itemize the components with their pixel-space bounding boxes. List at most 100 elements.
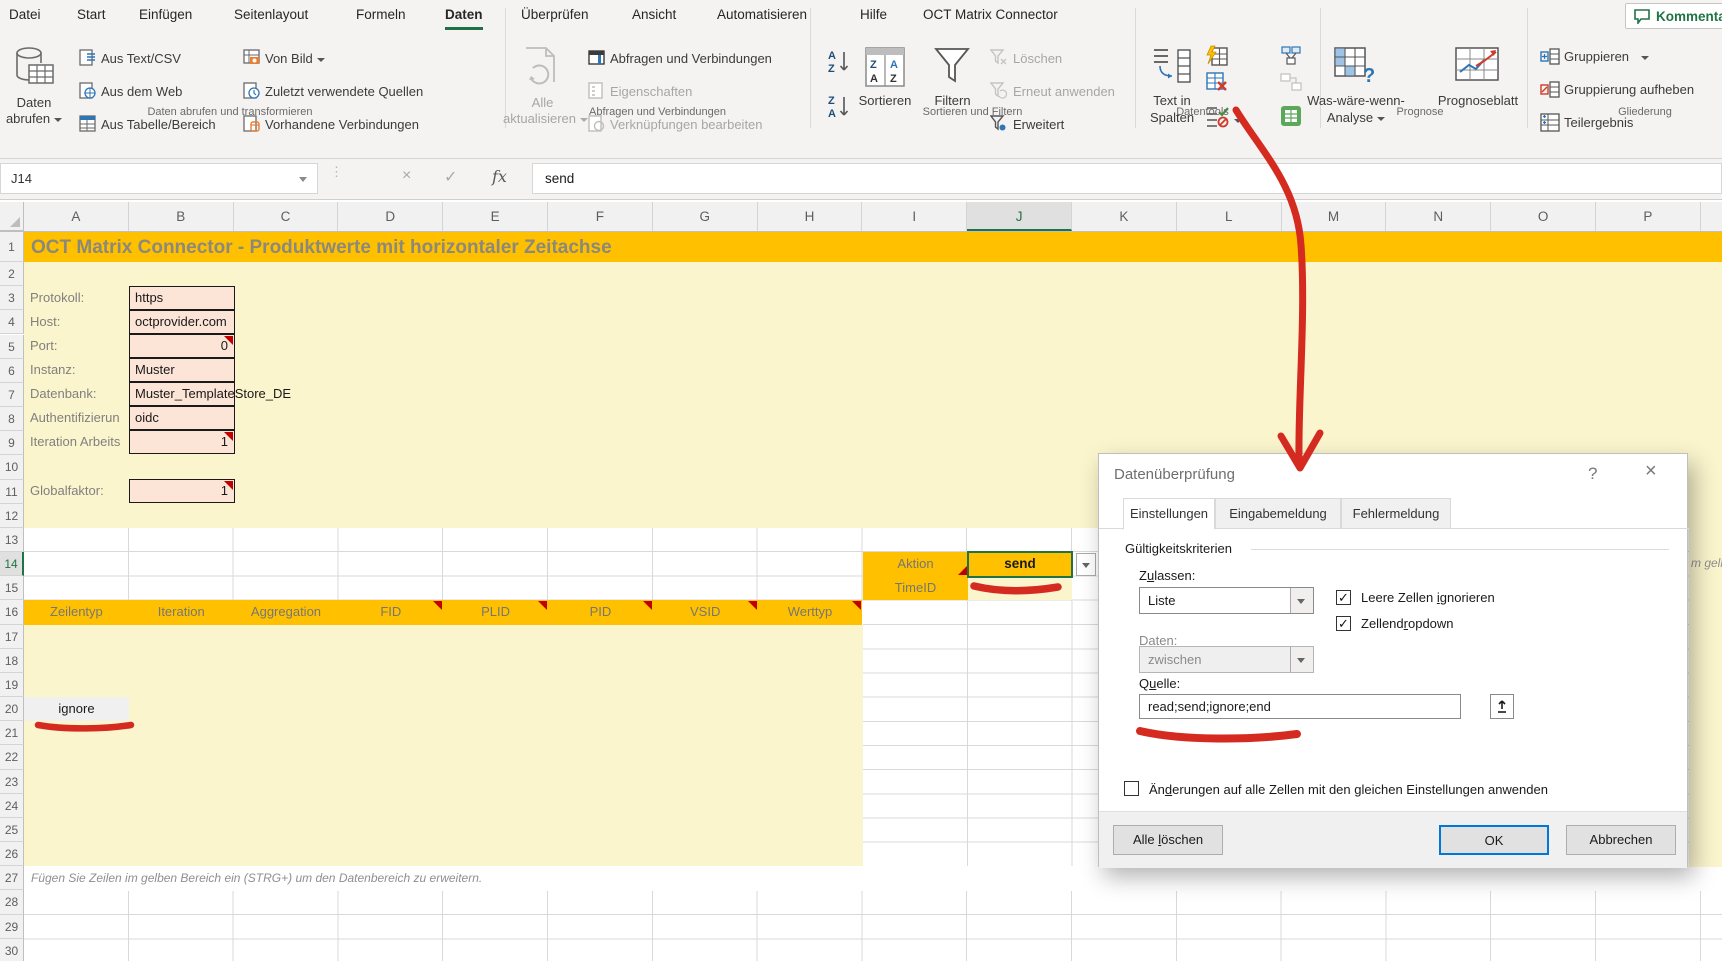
column-header-B[interactable]: B	[129, 202, 234, 231]
column-header-J[interactable]: J	[967, 202, 1072, 231]
row-header-28[interactable]: 28	[0, 890, 24, 914]
cell-instanz[interactable]: Muster	[129, 358, 235, 382]
formula-bar-splitter[interactable]: ⋮	[330, 169, 334, 189]
row-header-14[interactable]: 14	[0, 552, 24, 576]
column-header-M[interactable]: M	[1282, 202, 1387, 231]
row-header-15[interactable]: 15	[0, 576, 24, 600]
row-header-21[interactable]: 21	[0, 721, 24, 745]
menu-tab--berpr-fen[interactable]: Überprüfen	[521, 7, 589, 22]
flash-fill-icon[interactable]	[1205, 44, 1229, 73]
formula-input[interactable]: send	[532, 163, 1722, 194]
comments-button[interactable]: Kommenta	[1625, 3, 1722, 29]
cell-send-selected[interactable]: send	[968, 552, 1072, 577]
cell-iteration[interactable]: 1	[129, 430, 235, 454]
tab-einstellungen[interactable]: Einstellungen	[1123, 498, 1215, 530]
edit-links-button[interactable]: Verknüpfungen bearbeiten	[610, 117, 763, 132]
row-header-13[interactable]: 13	[0, 528, 24, 552]
cell-ignore[interactable]: ignore	[24, 697, 129, 721]
column-header-I[interactable]: I	[862, 202, 967, 231]
row-header-19[interactable]: 19	[0, 673, 24, 697]
group-button[interactable]: Gruppieren	[1564, 49, 1649, 64]
row-header-17[interactable]: 17	[0, 625, 24, 649]
table-header-aggregation[interactable]: Aggregation	[234, 600, 339, 624]
cell-dropdown-button[interactable]	[1076, 553, 1096, 576]
row-header-6[interactable]: 6	[0, 359, 24, 383]
row-header-29[interactable]: 29	[0, 915, 24, 939]
clear-filter-button[interactable]: Löschen	[1013, 51, 1062, 66]
row-header-22[interactable]: 22	[0, 745, 24, 769]
row-header-1[interactable]: 1	[0, 232, 24, 262]
consolidate-icon[interactable]	[1279, 44, 1303, 73]
help-icon[interactable]: ?	[1588, 464, 1597, 484]
row-header-3[interactable]: 3	[0, 286, 24, 310]
row-header-7[interactable]: 7	[0, 383, 24, 407]
row-header-2[interactable]: 2	[0, 262, 24, 286]
sort-az-icon[interactable]: AZ	[826, 48, 854, 81]
table-header-fid[interactable]: FID	[338, 600, 443, 624]
remove-duplicates-icon[interactable]	[1205, 70, 1229, 99]
column-header-K[interactable]: K	[1072, 202, 1177, 231]
properties-button[interactable]: Eigenschaften	[610, 84, 692, 99]
get-data-button[interactable]: Daten	[0, 95, 68, 110]
recent-sources-button[interactable]: Zuletzt verwendete Quellen	[265, 84, 423, 99]
advanced-filter-button[interactable]: Erweitert	[1013, 117, 1064, 132]
column-header-N[interactable]: N	[1386, 202, 1491, 231]
menu-tab-seitenlayout[interactable]: Seitenlayout	[234, 7, 308, 22]
row-header-23[interactable]: 23	[0, 770, 24, 794]
menu-tab-start[interactable]: Start	[77, 7, 106, 22]
cell-port[interactable]: 0	[129, 334, 235, 358]
cell-datenbank[interactable]: Muster_TemplateStore_DE	[129, 382, 235, 406]
cancel-button[interactable]: Abbrechen	[1566, 825, 1676, 855]
ungroup-button[interactable]: Gruppierung aufheben	[1564, 82, 1694, 97]
row-header-5[interactable]: 5	[0, 335, 24, 359]
row-header-8[interactable]: 8	[0, 407, 24, 431]
clear-all-button[interactable]: Alle löschen	[1113, 825, 1223, 855]
column-header-D[interactable]: D	[338, 202, 443, 231]
get-data-button-line2[interactable]: abrufen	[0, 111, 68, 126]
cell-protokoll[interactable]: https	[129, 286, 235, 310]
allow-combo[interactable]: Liste	[1139, 587, 1314, 614]
table-header-zeilentyp[interactable]: Zeilentyp	[24, 600, 129, 624]
row-header-30[interactable]: 30	[0, 939, 24, 961]
row-header-9[interactable]: 9	[0, 431, 24, 455]
name-box-dropdown-icon[interactable]	[299, 177, 307, 182]
row-header-26[interactable]: 26	[0, 842, 24, 866]
column-header-E[interactable]: E	[443, 202, 548, 231]
column-header-P[interactable]: P	[1596, 202, 1701, 231]
cell-globalfaktor[interactable]: 1	[129, 479, 235, 503]
column-header-H[interactable]: H	[758, 202, 863, 231]
row-header-27[interactable]: 27	[0, 866, 24, 890]
table-header-plid[interactable]: PLID	[443, 600, 548, 624]
table-header-iteration[interactable]: Iteration	[129, 600, 234, 624]
row-header-20[interactable]: 20	[0, 697, 24, 721]
row-header-18[interactable]: 18	[0, 649, 24, 673]
row-header-24[interactable]: 24	[0, 794, 24, 818]
combo-dropdown-icon[interactable]	[1290, 588, 1313, 613]
menu-tab-daten[interactable]: Daten	[445, 7, 483, 30]
column-header-F[interactable]: F	[548, 202, 653, 231]
enter-entry-icon[interactable]: ✓	[444, 167, 457, 187]
menu-tab-automatisieren[interactable]: Automatisieren	[717, 7, 807, 22]
queries-connections-button[interactable]: Abfragen und Verbindungen	[610, 51, 772, 66]
cell-authentifizierung[interactable]: oidc	[129, 406, 235, 430]
menu-tab-datei[interactable]: Datei	[9, 7, 41, 22]
close-icon[interactable]: ×	[1645, 460, 1657, 483]
menu-tab-formeln[interactable]: Formeln	[356, 7, 406, 22]
reapply-filter-button[interactable]: Erneut anwenden	[1013, 84, 1115, 99]
row-header-11[interactable]: 11	[0, 480, 24, 504]
apply-all-checkbox[interactable]	[1124, 781, 1139, 796]
column-header-A[interactable]: A	[24, 202, 129, 231]
from-web-button[interactable]: Aus dem Web	[101, 84, 182, 99]
ok-button[interactable]: OK	[1439, 825, 1549, 855]
cancel-entry-icon[interactable]: ×	[402, 167, 411, 185]
table-header-pid[interactable]: PID	[548, 600, 653, 624]
column-header-G[interactable]: G	[653, 202, 758, 231]
column-header-O[interactable]: O	[1491, 202, 1596, 231]
menu-tab-ansicht[interactable]: Ansicht	[632, 7, 676, 22]
from-picture-button[interactable]: Von Bild	[265, 51, 325, 66]
tab-eingabemeldung[interactable]: Eingabemeldung	[1215, 498, 1341, 529]
row-header-12[interactable]: 12	[0, 504, 24, 528]
cell-host[interactable]: octprovider.com	[129, 310, 235, 334]
from-text-csv-button[interactable]: Aus Text/CSV	[101, 51, 181, 66]
row-header-4[interactable]: 4	[0, 310, 24, 334]
